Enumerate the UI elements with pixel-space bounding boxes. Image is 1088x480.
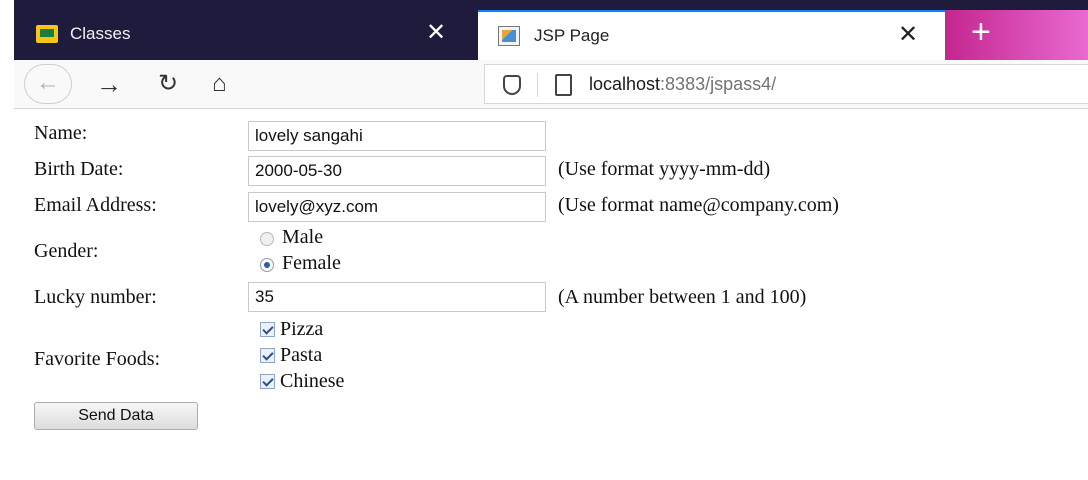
url-path: :8383/jspass4/ [660,74,777,94]
gender-female-label: Female [282,252,341,274]
new-tab-button[interactable]: + [945,10,1088,60]
email-input[interactable] [248,192,546,222]
favorite-foods-label: Favorite Foods: [34,348,161,370]
send-data-button[interactable]: Send Data [34,402,198,430]
lucky-number-label: Lucky number: [34,286,157,308]
gender-male-label: Male [282,226,324,248]
email-label: Email Address: [34,194,157,216]
address-bar[interactable]: localhost:8383/jspass4/ [484,64,1088,104]
tab-classes[interactable]: Classes ✕ [14,8,475,60]
tab-title: JSP Page [534,26,610,45]
pasta-checkbox[interactable] [260,348,275,363]
url-host: localhost [589,74,661,94]
pizza-label: Pizza [280,318,324,340]
shield-icon[interactable] [503,75,521,95]
tab-jsp-page[interactable]: JSP Page ✕ [478,10,945,60]
chinese-label: Chinese [280,370,345,392]
birth-date-label: Birth Date: [34,158,124,180]
reload-icon: ↻ [158,70,179,97]
gender-female-radio[interactable] [260,258,274,272]
gender-male-radio[interactable] [260,232,274,246]
classroom-icon [36,25,58,43]
page-icon[interactable] [555,74,572,96]
navigation-toolbar: ← → ↻ ⌂ localhost:8383/jspass4/ [14,60,1088,109]
name-label: Name: [34,122,88,144]
forward-button[interactable]: → [96,66,122,102]
url-text[interactable]: localhost:8383/jspass4/ [589,74,776,95]
pasta-label: Pasta [280,344,323,366]
lucky-number-input[interactable] [248,282,546,312]
close-icon[interactable]: ✕ [898,20,918,49]
window-edge [0,0,14,480]
page-favicon-icon [498,26,520,46]
reload-button[interactable]: ↻ [158,66,178,102]
email-hint: (Use format name@company.com) [558,194,839,216]
chinese-checkbox[interactable] [260,374,275,389]
home-icon: ⌂ [212,70,227,97]
name-input[interactable] [248,121,546,151]
tab-title: Classes [70,24,131,43]
birth-date-input[interactable] [248,156,546,186]
home-button[interactable]: ⌂ [212,66,227,102]
plus-icon[interactable]: + [971,10,991,54]
gender-label: Gender: [34,240,99,262]
arrow-right-icon: → [96,69,122,99]
divider [537,73,538,97]
back-button[interactable]: ← [24,64,72,104]
lucky-number-hint: (A number between 1 and 100) [558,286,807,308]
pizza-checkbox[interactable] [260,322,275,337]
arrow-left-icon: ← [36,69,60,96]
close-icon[interactable]: ✕ [426,18,446,47]
birth-date-hint: (Use format yyyy-mm-dd) [558,158,771,180]
